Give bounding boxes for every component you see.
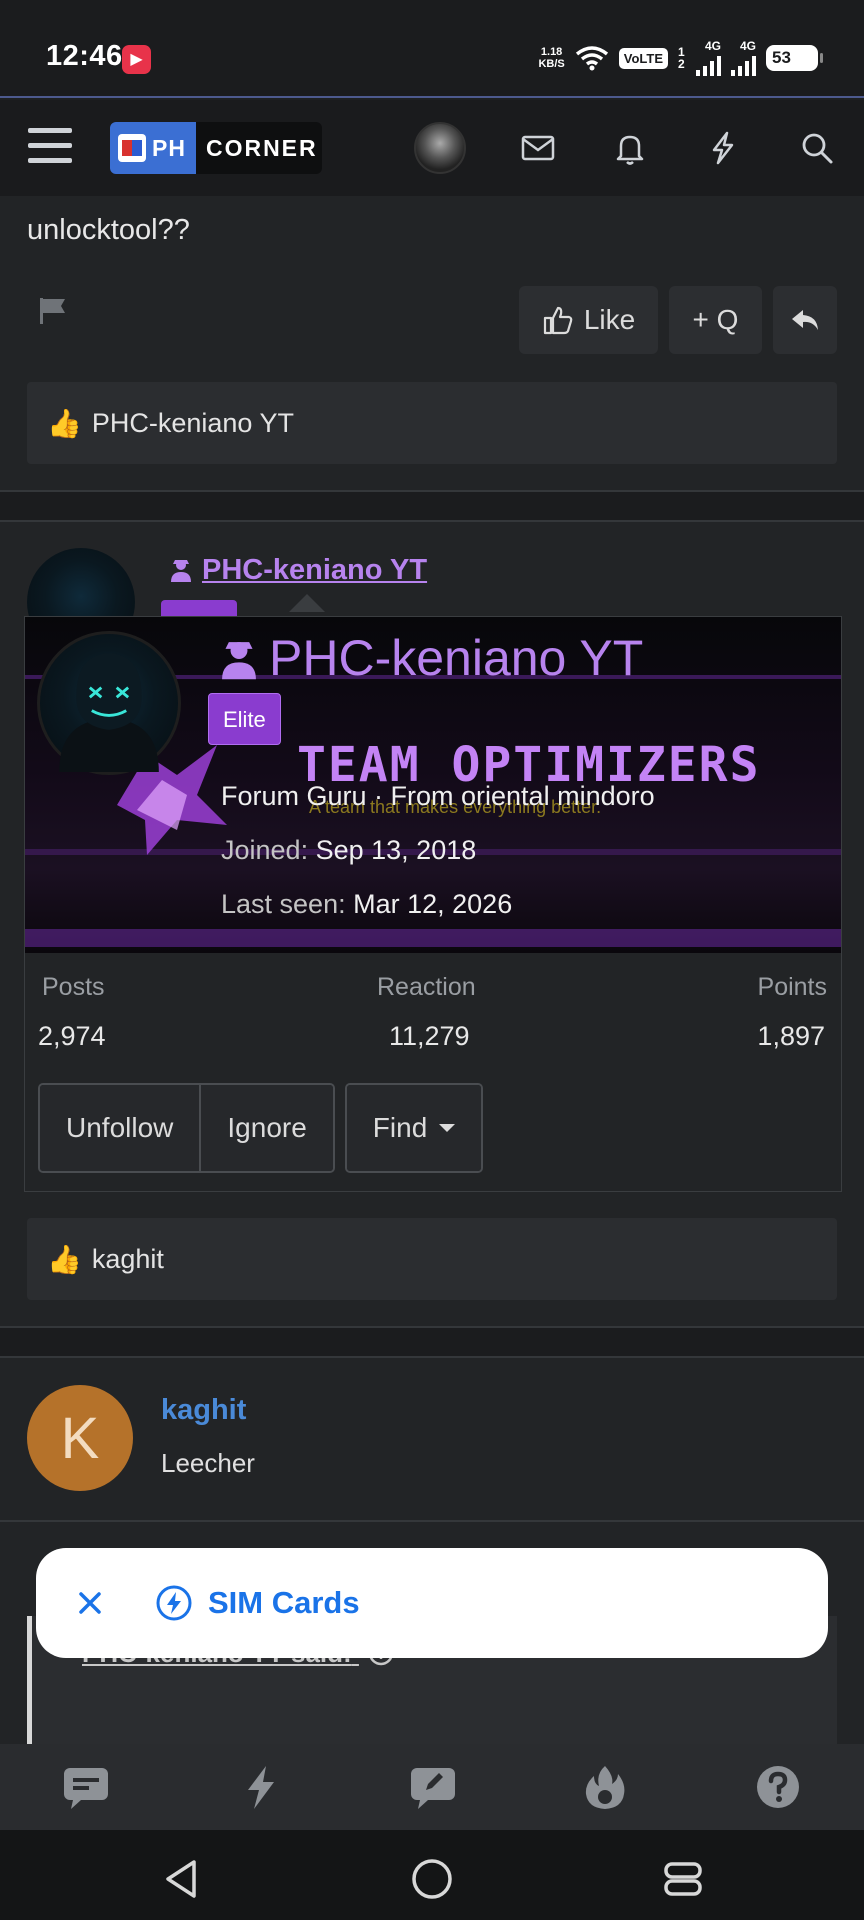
- back-icon[interactable]: [160, 1856, 206, 1902]
- sim-numbers: 1 2: [678, 45, 685, 71]
- stat-reaction-value: 11,279: [389, 1021, 470, 1051]
- member-last-seen: Last seen: Mar 12, 2026: [221, 889, 513, 919]
- elite-user-icon: [171, 560, 191, 582]
- whats-new-icon[interactable]: [703, 128, 743, 168]
- thumbs-up-icon: [543, 306, 573, 335]
- sim-cards-toast[interactable]: SIM Cards: [36, 1548, 828, 1658]
- member-actions: Unfollow Ignore Find: [38, 1083, 484, 1173]
- report-flag-icon[interactable]: [38, 296, 68, 326]
- help-icon[interactable]: [753, 1762, 803, 1812]
- author-name-link[interactable]: PHC-keniano YT: [168, 554, 427, 587]
- unfollow-button[interactable]: Unfollow: [40, 1085, 200, 1171]
- elite-user-icon: [222, 642, 256, 680]
- network-speed: 1.18 KB/S: [538, 46, 565, 70]
- bolt-circle-icon: [156, 1585, 192, 1621]
- chevron-down-icon: [439, 1124, 456, 1132]
- stat-reaction-label: Reaction: [377, 973, 476, 1001]
- home-icon[interactable]: [409, 1856, 455, 1902]
- post-message: unlocktool??: [27, 214, 190, 246]
- wifi-icon: [575, 46, 608, 71]
- user-title: Leecher: [161, 1448, 255, 1478]
- member-avatar[interactable]: [37, 631, 181, 775]
- signal-2: 4G: [731, 40, 756, 76]
- new-post-icon[interactable]: [408, 1762, 458, 1812]
- signal-bars-icon: [696, 52, 721, 76]
- reactions-bar[interactable]: 👍 PHC-keniano YT: [27, 382, 837, 464]
- find-dropdown-button[interactable]: Find: [346, 1085, 482, 1171]
- thumbs-up-emoji-icon: 👍: [47, 407, 82, 439]
- post-gap: [0, 1328, 864, 1356]
- forums-icon[interactable]: [61, 1762, 111, 1812]
- system-nav-bar: [0, 1830, 864, 1920]
- toast-label[interactable]: SIM Cards: [208, 1585, 360, 1621]
- quote-button[interactable]: + Q: [669, 286, 762, 354]
- profile-banner: TEAM OPTIMIZERS A team that makes everyt…: [25, 617, 841, 953]
- bell-icon[interactable]: [610, 128, 650, 168]
- stat-points-value[interactable]: 1,897: [757, 1021, 825, 1052]
- like-button[interactable]: Like: [519, 286, 658, 354]
- reply-button[interactable]: [773, 286, 837, 354]
- search-icon[interactable]: [797, 128, 837, 168]
- inbox-icon[interactable]: [518, 128, 558, 168]
- mask-avatar-icon: [59, 653, 159, 772]
- reply-icon: [792, 310, 818, 330]
- author-name-link[interactable]: kaghit: [161, 1394, 246, 1427]
- close-icon[interactable]: [70, 1583, 110, 1623]
- card-pointer: [289, 594, 325, 612]
- find-group: Find: [344, 1083, 484, 1173]
- post-divider: [0, 1520, 864, 1522]
- post-gap: [0, 492, 864, 520]
- member-title: Forum Guru · From oriental mindoro: [221, 781, 655, 811]
- site-logo[interactable]: PH CORNER: [110, 122, 322, 174]
- user-avatar[interactable]: [414, 122, 466, 174]
- post-divider: [0, 520, 864, 522]
- user-banner-badge: Elite: [208, 693, 281, 745]
- thread-content: unlocktool?? Like + Q 👍 PHC-keniano YT P…: [0, 196, 864, 1746]
- signal-1: 4G: [696, 40, 721, 76]
- reactions-bar[interactable]: 👍 kaghit: [27, 1218, 837, 1300]
- post-divider: [0, 1356, 864, 1358]
- member-name[interactable]: PHC-keniano YT: [217, 629, 643, 687]
- screen-record-icon: ▶: [122, 45, 151, 74]
- whats-new-icon[interactable]: [236, 1762, 286, 1812]
- status-bar: 12:46 ▶ 1.18 KB/S VoLTE 1 2 4G 4G 53: [0, 0, 864, 98]
- status-time: 12:46: [46, 40, 123, 72]
- ignore-button[interactable]: Ignore: [199, 1085, 333, 1171]
- trending-fire-icon[interactable]: [580, 1762, 630, 1812]
- author-avatar[interactable]: K: [27, 1385, 133, 1491]
- thumbs-up-emoji-icon: 👍: [47, 1243, 82, 1275]
- stat-points-label: Points: [757, 973, 827, 1001]
- bottom-nav: [0, 1744, 864, 1830]
- menu-icon[interactable]: [28, 128, 72, 168]
- signal-bars-icon: [731, 52, 756, 76]
- follow-ignore-group: Unfollow Ignore: [38, 1083, 335, 1173]
- volte-badge: VoLTE: [618, 47, 668, 69]
- logo-cube-icon: [118, 134, 146, 162]
- stat-posts-label: Posts: [42, 973, 105, 1001]
- battery-icon: 53: [766, 45, 823, 71]
- status-icons: 1.18 KB/S VoLTE 1 2 4G 4G 53: [538, 40, 823, 76]
- app-header: PH CORNER: [0, 100, 864, 196]
- recents-icon[interactable]: [660, 1856, 706, 1902]
- member-tooltip-card: TEAM OPTIMIZERS A team that makes everyt…: [24, 616, 842, 1192]
- member-joined: Joined: Sep 13, 2018: [221, 835, 477, 865]
- stat-posts-value[interactable]: 2,974: [38, 1021, 106, 1052]
